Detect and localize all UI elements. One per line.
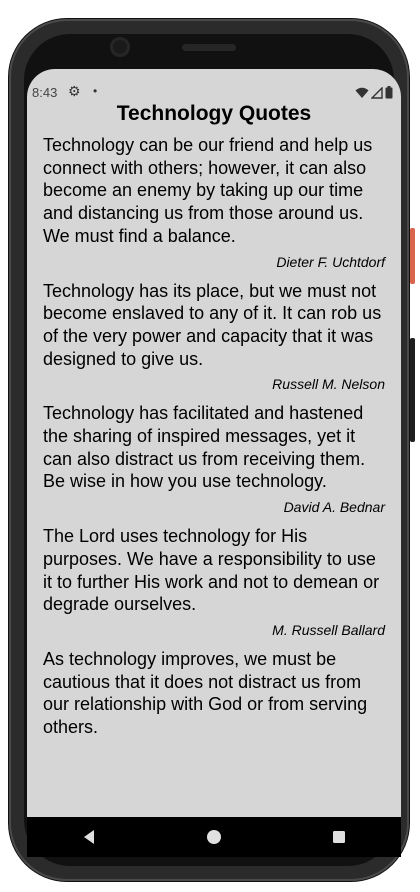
volume-button [410,338,415,442]
cellular-signal-icon [371,86,383,99]
quote-item: As technology improves, we must be cauti… [43,648,385,739]
screen: 8:43 ⚙ • Technology Quotes Technology ca… [27,69,401,817]
back-button[interactable] [64,817,114,857]
quote-item: The Lord uses technology for His purpose… [43,525,385,638]
quote-author: Russell M. Nelson [272,376,385,393]
quote-item: Technology has facilitated and hastened … [43,402,385,515]
quote-text: As technology improves, we must be cauti… [43,648,368,738]
wifi-icon [355,87,369,98]
status-bar: 8:43 ⚙ • [27,81,401,103]
home-icon [206,830,221,844]
quote-text: The Lord uses technology for His purpose… [43,526,380,615]
quote-item: Technology has its place, but we must no… [43,280,385,393]
recents-button[interactable] [314,817,364,857]
back-icon [84,830,95,844]
navigation-bar [27,817,401,857]
quote-text: Technology can be our friend and help us… [43,135,373,246]
status-time: 8:43 [32,85,58,100]
front-camera [110,37,130,57]
notification-dot-icon: • [93,84,98,98]
recents-icon [332,831,345,843]
quote-text: Technology has facilitated and hastened … [43,403,366,492]
gear-icon: ⚙ [68,83,81,99]
quote-author: David A. Bednar [283,499,385,516]
quote-author: M. Russell Ballard [272,621,385,638]
power-button [410,228,415,284]
quote-item: Technology can be our friend and help us… [43,134,385,270]
quote-list: Technology can be our friend and help us… [43,134,385,749]
quote-author: Dieter F. Uchtdorf [276,253,385,270]
earpiece-speaker [182,44,236,51]
battery-icon [385,86,393,99]
page-title: Technology Quotes [116,102,312,125]
home-button[interactable] [189,817,239,857]
quote-text: Technology has its place, but we must no… [43,280,382,369]
status-icons [355,86,393,99]
